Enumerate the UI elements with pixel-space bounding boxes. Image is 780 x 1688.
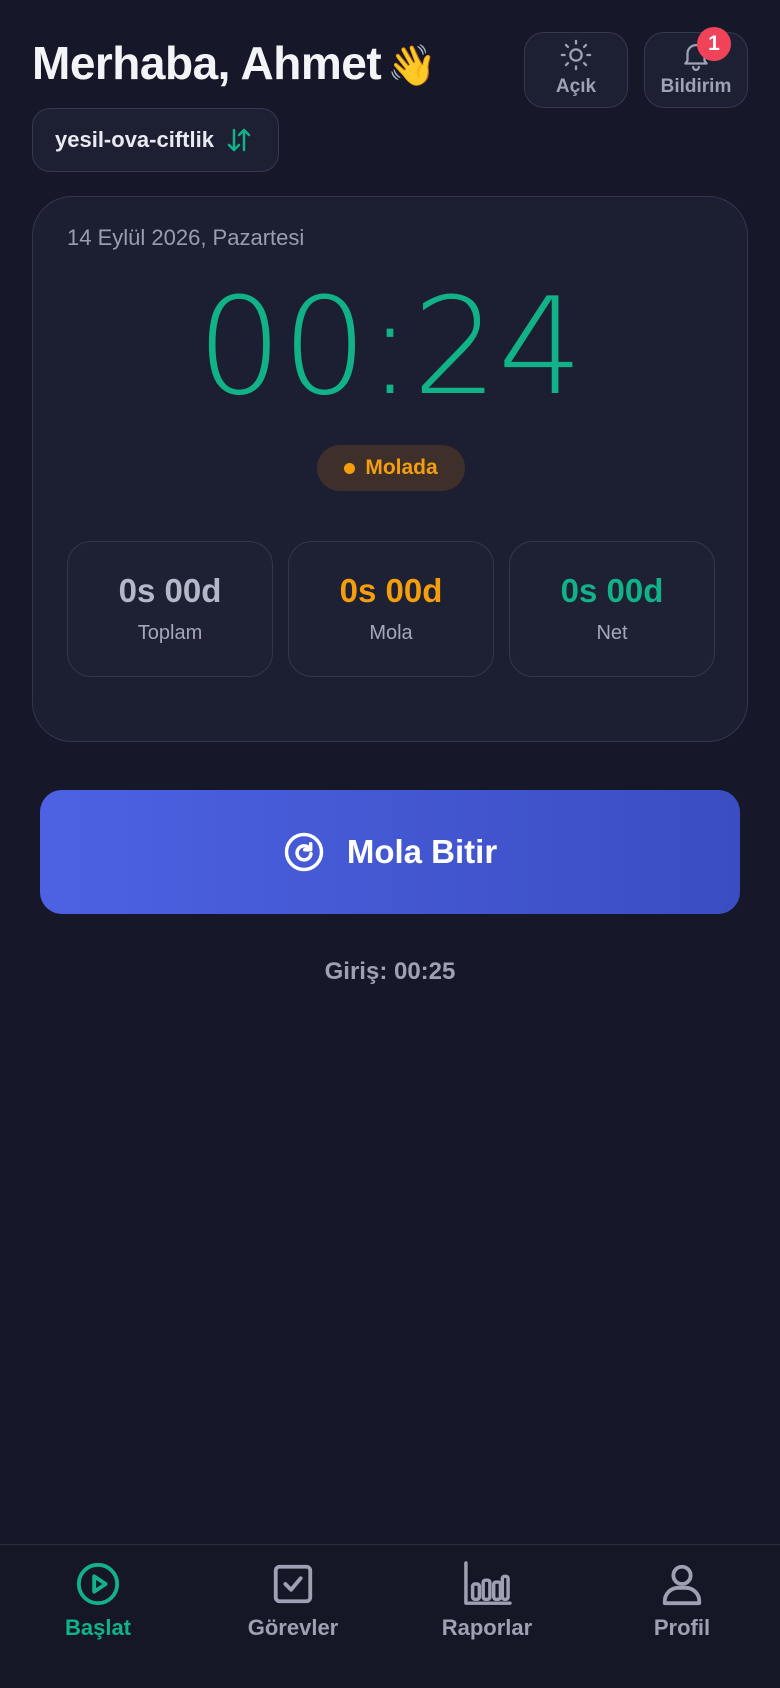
notification-button[interactable]: Bildirim 1	[644, 27, 748, 108]
end-break-button[interactable]: Mola Bitir	[40, 790, 740, 914]
stat-net: 0s 00d Net	[509, 541, 715, 677]
checkin-time: Giriş: 00:25	[324, 958, 456, 985]
end-break-label: Mola Bitir	[346, 833, 498, 870]
status-dot	[344, 462, 356, 474]
sun-icon	[560, 39, 592, 71]
swap-arrows-icon	[227, 128, 251, 152]
nav-item-tasks[interactable]: Görevler	[213, 1561, 373, 1641]
status-badge: Molada	[317, 445, 465, 491]
nav-label-profile: Profil	[653, 1615, 711, 1640]
nav-item-profile[interactable]: Profil	[602, 1561, 762, 1641]
checkbox-icon	[273, 1564, 313, 1604]
nav-label-reports: Raporlar	[441, 1615, 533, 1640]
notification-badge: 1	[697, 27, 731, 61]
stat-net-label: Net	[596, 622, 628, 644]
nav-label-tasks: Görevler	[247, 1615, 339, 1640]
stat-total-value: 0s 00d	[118, 572, 222, 609]
farm-selector[interactable]: yesil-ova-ciftlik	[32, 108, 279, 172]
session-timer: 00:24	[196, 269, 584, 425]
session-date: 14 Eylül 2026, Pazartesi	[67, 225, 305, 250]
refresh-circle-icon	[284, 832, 324, 872]
wave-emoji: 👋	[387, 43, 437, 89]
play-circle-icon	[76, 1562, 120, 1606]
theme-toggle-button[interactable]: Açık	[524, 32, 628, 108]
stat-break-label: Mola	[369, 622, 413, 644]
user-icon	[662, 1564, 702, 1606]
greeting-title: Merhaba, Ahmet 👋	[32, 37, 437, 89]
nav-label-start: Başlat	[64, 1615, 132, 1640]
stat-break-value: 0s 00d	[339, 572, 443, 609]
farm-name: yesil-ova-ciftlik	[55, 127, 214, 152]
bottom-nav: Başlat Görevler Raporlar Profil	[0, 1544, 780, 1688]
theme-toggle-label: Açık	[555, 76, 597, 97]
bar-chart-icon	[464, 1561, 512, 1605]
nav-item-reports[interactable]: Raporlar	[407, 1561, 567, 1641]
notification-label: Bildirim	[660, 76, 732, 97]
stat-total-label: Toplam	[137, 622, 203, 644]
nav-item-start[interactable]: Başlat	[18, 1561, 178, 1641]
stat-total: 0s 00d Toplam	[67, 541, 273, 677]
status-text: Molada	[365, 456, 438, 479]
session-card: 14 Eylül 2026, Pazartesi 00:24 Molada 0s…	[32, 196, 748, 742]
stat-net-value: 0s 00d	[560, 572, 664, 609]
stat-break: 0s 00d Mola	[288, 541, 494, 677]
